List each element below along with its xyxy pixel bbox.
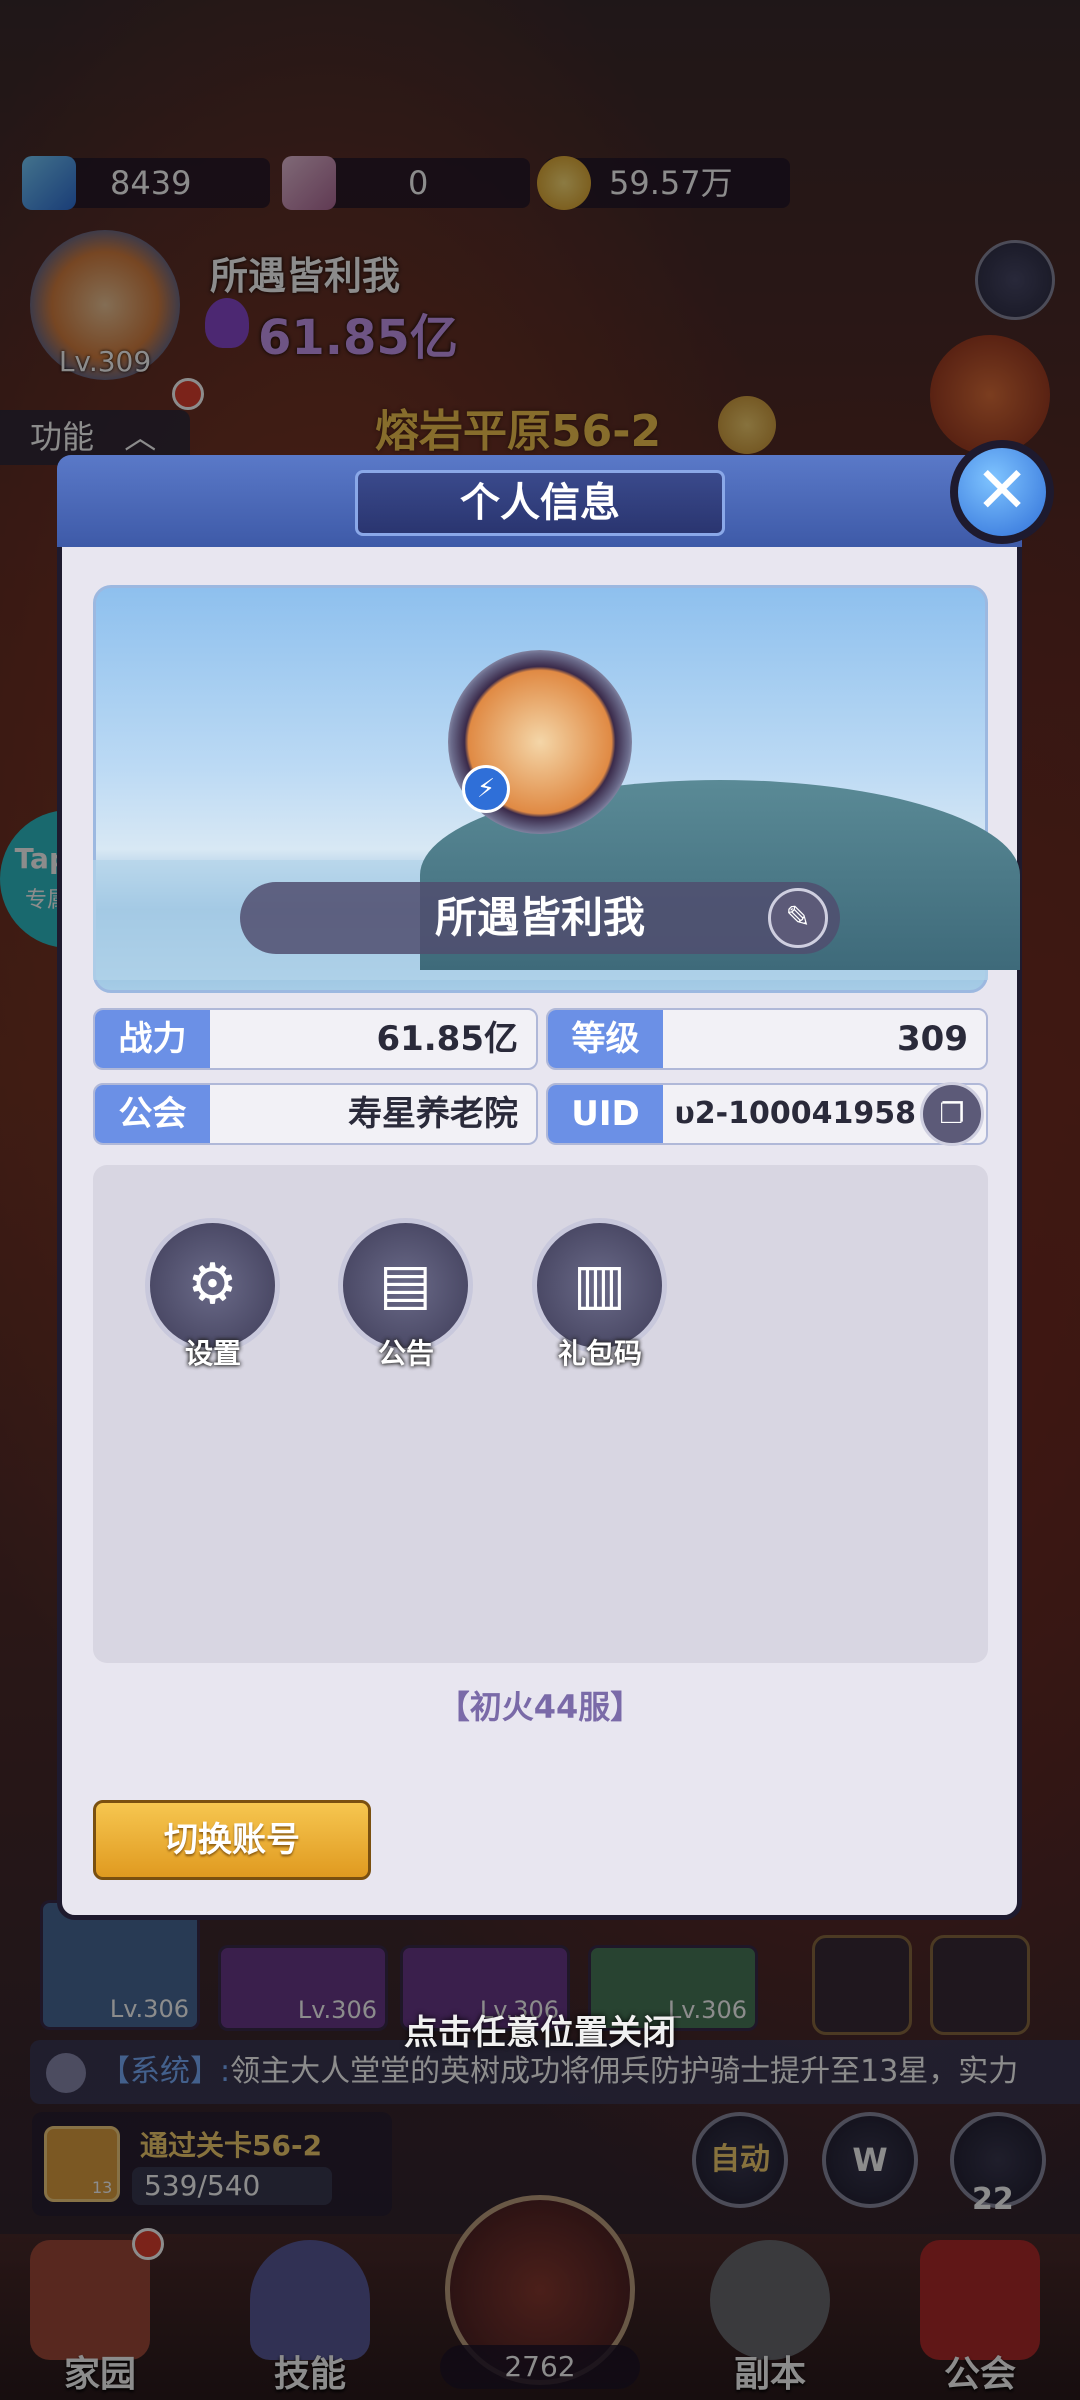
pencil-icon: ✎	[785, 900, 811, 935]
copy-icon: ❐	[939, 1097, 965, 1130]
stat-power: 战力 61.85亿	[93, 1008, 538, 1070]
stat-value: 寿星养老院	[348, 1094, 518, 1134]
stat-label: 等级	[548, 1010, 663, 1068]
stat-value: υ2-100041958	[674, 1096, 916, 1131]
close-button[interactable]: ✕	[950, 440, 1054, 544]
stat-guild: 公会 寿星养老院	[93, 1083, 538, 1145]
notice-board-icon: ▤	[379, 1252, 432, 1317]
stat-label: UID	[548, 1085, 663, 1143]
announcement-label: 公告	[377, 1337, 434, 1370]
stat-value: 309	[897, 1019, 968, 1059]
close-icon: ✕	[958, 448, 1046, 536]
copy-uid-button[interactable]: ❐	[920, 1082, 984, 1146]
server-name: 【初火44服】	[437, 1688, 643, 1726]
stat-level: 等级 309	[546, 1008, 988, 1070]
dialog-title: 个人信息	[355, 470, 725, 536]
lightning-badge-icon: ⚡	[462, 765, 510, 813]
close-hint: 点击任意位置关闭	[404, 2013, 676, 2053]
gift-code-icon: ▥	[573, 1252, 626, 1317]
gift-code-label: 礼包码	[557, 1337, 642, 1370]
switch-account-button[interactable]: 切换账号	[93, 1800, 371, 1880]
stat-label: 战力	[95, 1010, 210, 1068]
stat-value: 61.85亿	[376, 1019, 518, 1059]
settings-label: 设置	[184, 1337, 241, 1370]
profile-name: 所遇皆利我	[240, 882, 840, 954]
stat-label: 公会	[95, 1085, 210, 1143]
edit-name-button[interactable]: ✎	[768, 888, 828, 948]
gear-icon: ⚙	[187, 1252, 238, 1317]
